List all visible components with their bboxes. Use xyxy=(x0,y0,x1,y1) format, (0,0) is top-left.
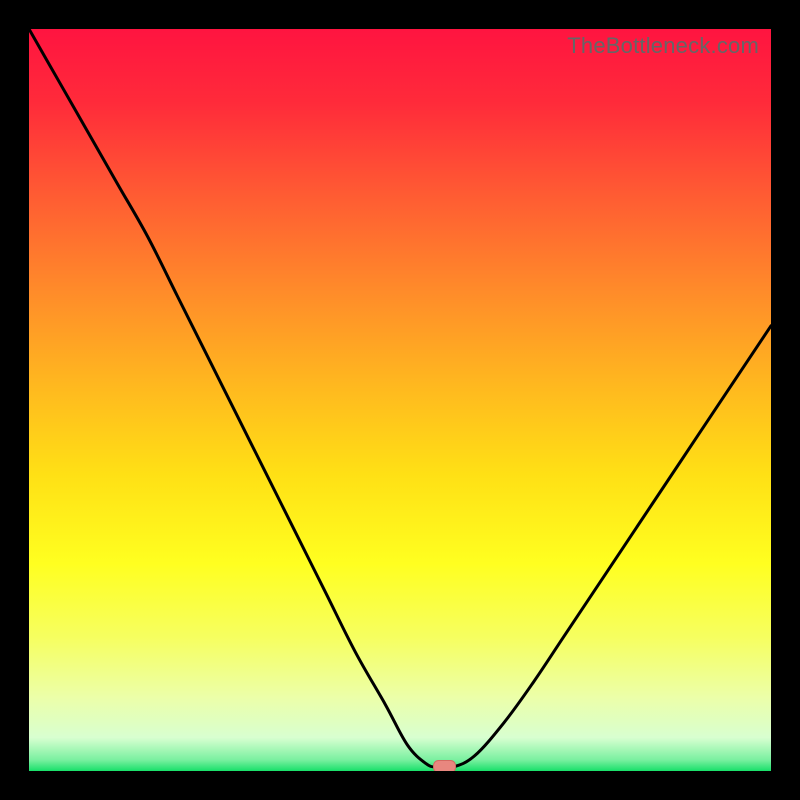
bottleneck-chart xyxy=(29,29,771,771)
watermark-text: TheBottleneck.com xyxy=(567,33,759,59)
gradient-background xyxy=(29,29,771,771)
optimal-point-marker xyxy=(434,761,456,771)
chart-frame: TheBottleneck.com xyxy=(29,29,771,771)
